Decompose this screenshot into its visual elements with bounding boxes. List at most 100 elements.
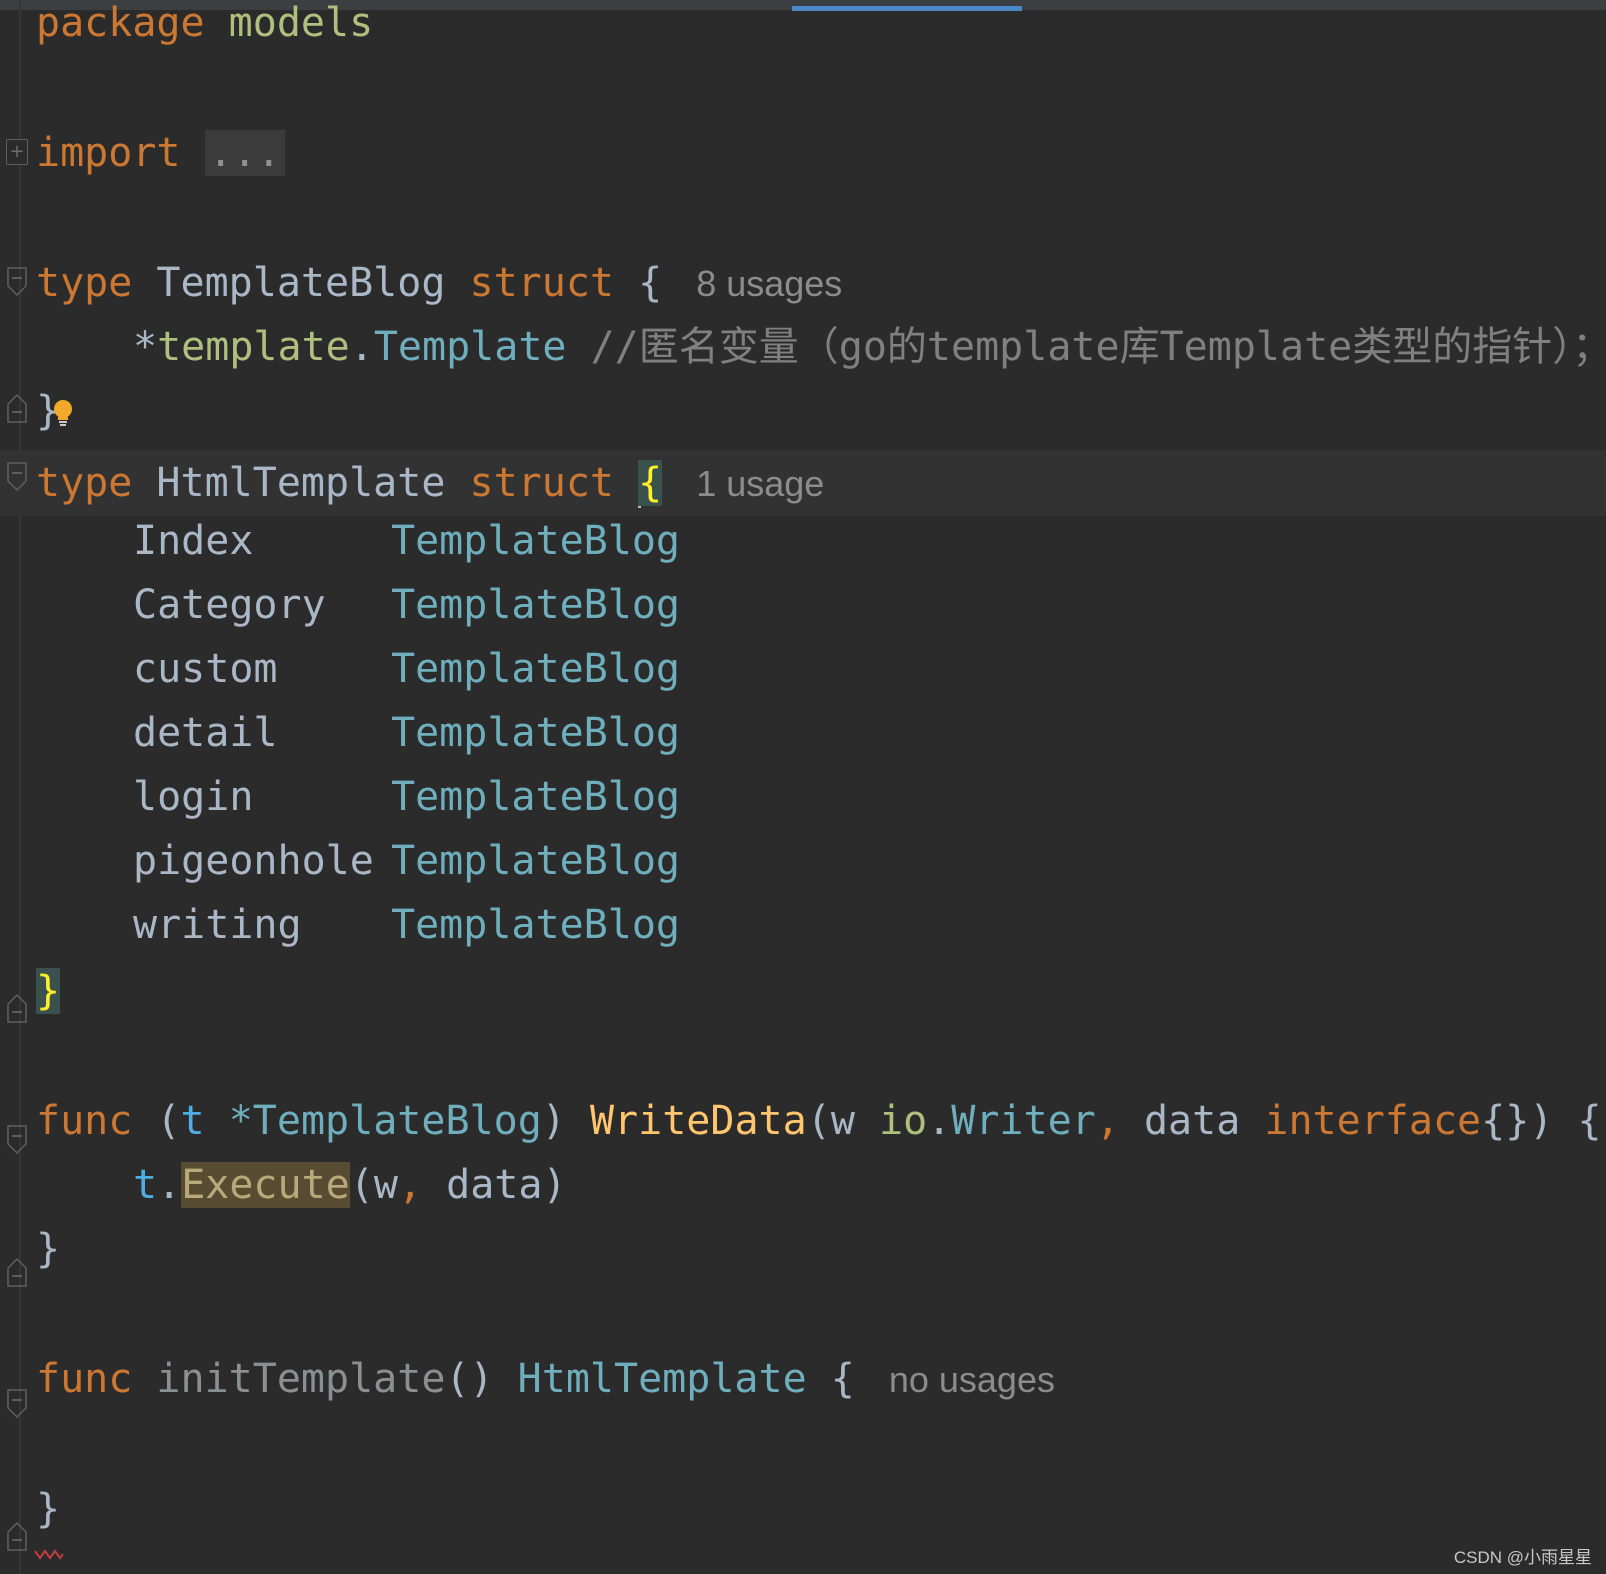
keyword: struct (469, 260, 615, 306)
keyword: func (36, 1098, 133, 1144)
code-line-import[interactable]: import ... (36, 120, 285, 186)
return-type[interactable]: HtmlTemplate (518, 1356, 807, 1402)
function-name[interactable]: initTemplate (156, 1356, 445, 1402)
type-ref[interactable]: Template (374, 324, 567, 370)
struct-field-line[interactable]: writing TemplateBlog (36, 892, 680, 958)
collapse-fold-icon[interactable] (6, 461, 28, 492)
struct-field-line[interactable]: Index TemplateBlog (36, 508, 680, 574)
usages-hint[interactable]: no usages (889, 1359, 1055, 1400)
struct-field-line[interactable]: pigeonhole TemplateBlog (36, 828, 680, 894)
arg[interactable]: data (446, 1162, 542, 1208)
type-name[interactable]: HtmlTemplate (156, 460, 445, 506)
field-type[interactable]: TemplateBlog (391, 774, 680, 820)
dot: . (927, 1098, 952, 1144)
field-type[interactable]: TemplateBlog (391, 582, 680, 628)
param-name[interactable]: data (1144, 1098, 1240, 1144)
pointer-star: * (133, 324, 158, 370)
field-name[interactable]: pigeonhole (133, 828, 391, 894)
paren: ) (541, 1098, 566, 1144)
code-line-close-brace[interactable]: } (36, 1216, 60, 1282)
struct-field-line[interactable]: login TemplateBlog (36, 764, 680, 830)
code-line-close-brace[interactable]: } (36, 958, 61, 1024)
usages-hint[interactable]: 1 usage (696, 463, 824, 504)
receiver-name[interactable]: t (181, 1098, 205, 1144)
field-type[interactable]: TemplateBlog (391, 518, 680, 564)
method-call[interactable]: Execute (181, 1162, 350, 1208)
fold-end-icon[interactable] (6, 1520, 28, 1551)
type-name[interactable]: TemplateBlog (156, 260, 445, 306)
package-ref[interactable]: io (879, 1098, 927, 1144)
fold-end-icon[interactable] (6, 992, 28, 1023)
folded-imports[interactable]: ... (204, 130, 285, 176)
collapse-fold-icon[interactable] (6, 1124, 28, 1155)
code-line-execute-call[interactable]: t.Execute(w, data) (36, 1152, 567, 1218)
code-comment: //匿名变量（go的template库Template类型的指针）； (590, 324, 1606, 370)
close-brace: } (36, 1486, 61, 1532)
struct-field-line[interactable]: detail TemplateBlog (36, 700, 680, 766)
keyword: package (36, 0, 205, 46)
field-type[interactable]: TemplateBlog (391, 646, 680, 692)
keyword: type (36, 260, 133, 306)
comma: , (397, 1162, 423, 1208)
keyword: import (36, 130, 181, 176)
open-brace: { (1577, 1098, 1602, 1144)
field-type[interactable]: TemplateBlog (391, 838, 680, 884)
paren: ( (806, 1098, 831, 1144)
receiver-type[interactable]: *TemplateBlog (229, 1098, 542, 1144)
collapse-fold-icon[interactable] (6, 1388, 28, 1419)
field-name[interactable]: Index (133, 508, 391, 574)
usages-hint[interactable]: 8 usages (696, 263, 842, 304)
code-line-package[interactable]: package models (36, 0, 373, 56)
matched-open-brace: { (638, 460, 663, 506)
keyword: interface (1264, 1098, 1482, 1144)
paren: ( (349, 1162, 374, 1208)
field-name[interactable]: custom (133, 636, 391, 702)
collapse-fold-icon[interactable] (6, 266, 28, 297)
code-line-close-brace[interactable]: } (36, 1476, 60, 1542)
code-line-func-writedata[interactable]: func (t *TemplateBlog) WriteData(w io.Wr… (36, 1088, 1602, 1154)
active-tab-indicator (792, 6, 1022, 11)
field-type[interactable]: TemplateBlog (391, 710, 680, 756)
paren: ( (156, 1098, 181, 1144)
fold-end-icon[interactable] (6, 392, 28, 423)
param-name[interactable]: w (831, 1098, 855, 1144)
dot: . (349, 324, 374, 370)
paren: ) (542, 1162, 567, 1208)
fold-end-icon[interactable] (6, 1256, 28, 1287)
expand-fold-icon[interactable]: + (6, 139, 28, 165)
field-name[interactable]: login (133, 764, 391, 830)
paren: ) (1529, 1098, 1554, 1144)
dot: . (157, 1162, 182, 1208)
param-type[interactable]: Writer (951, 1098, 1096, 1144)
code-editor[interactable]: + package models import ... type Templat… (0, 0, 1606, 1574)
keyword: func (36, 1356, 133, 1402)
keyword: struct (469, 460, 615, 506)
watermark: CSDN @小雨星星 (1453, 1548, 1592, 1567)
arg[interactable]: w (374, 1162, 398, 1208)
package-ref[interactable]: template (157, 324, 350, 370)
open-brace: { (638, 260, 663, 306)
receiver-ref[interactable]: t (133, 1162, 157, 1208)
field-type[interactable]: TemplateBlog (391, 902, 680, 948)
parens: () (445, 1356, 494, 1402)
error-squiggle-icon (34, 1549, 64, 1560)
comma: , (1095, 1098, 1120, 1144)
function-name[interactable]: WriteData (590, 1098, 807, 1144)
keyword: type (36, 460, 133, 506)
gutter-separator (19, 0, 21, 1574)
braces: {} (1481, 1098, 1530, 1144)
code-line-type-templateblog[interactable]: type TemplateBlog struct {8 usages (36, 250, 842, 316)
code-line-embedded-field[interactable]: *template.Template //匿名变量（go的template库Te… (36, 314, 1606, 380)
matched-close-brace: } (36, 968, 61, 1014)
field-name[interactable]: detail (133, 700, 391, 766)
close-brace: } (36, 1226, 61, 1272)
open-brace: { (830, 1356, 855, 1402)
lightbulb-icon[interactable] (52, 398, 74, 428)
struct-field-line[interactable]: Category TemplateBlog (36, 572, 680, 638)
struct-field-line[interactable]: custom TemplateBlog (36, 636, 680, 702)
field-name[interactable]: Category (133, 572, 391, 638)
package-name: models (228, 0, 374, 46)
code-line-type-htmltemplate[interactable]: type HtmlTemplate struct {1 usage (36, 450, 824, 516)
code-line-func-inittemplate[interactable]: func initTemplate() HtmlTemplate { no usa… (36, 1346, 1055, 1412)
field-name[interactable]: writing (133, 892, 391, 958)
